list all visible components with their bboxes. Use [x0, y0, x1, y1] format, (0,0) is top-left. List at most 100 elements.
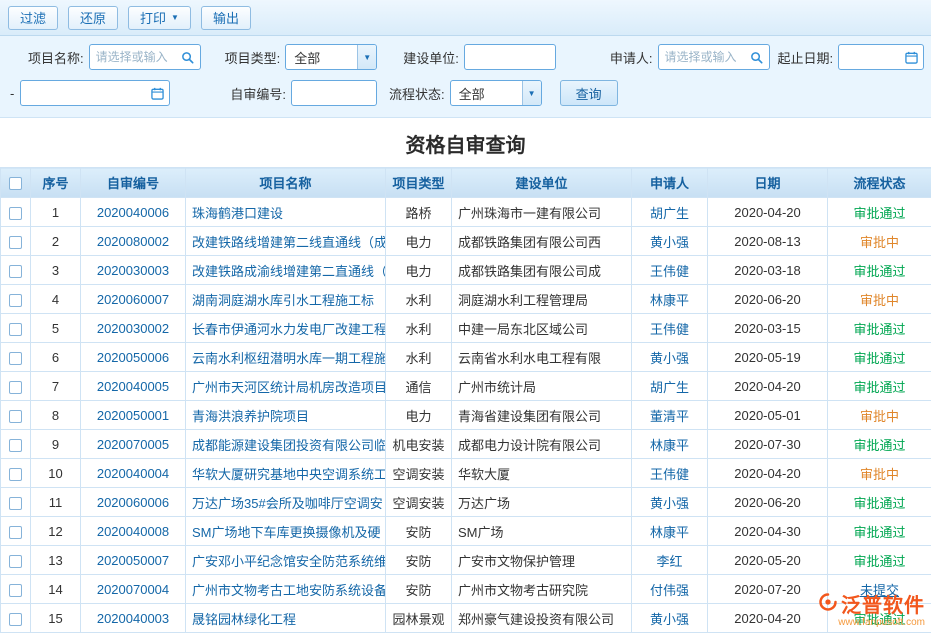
project-name-link[interactable]: 改建铁路成渝线增建第二直通线（ [192, 264, 386, 279]
self-review-code-link[interactable]: 2020050007 [97, 553, 169, 568]
row-checkbox[interactable] [9, 497, 22, 510]
project-name-link[interactable]: 成都能源建设集团投资有限公司临 [192, 438, 386, 453]
project-name-link[interactable]: 广安邓小平纪念馆安全防范系统维 [192, 554, 386, 569]
applicant-link[interactable]: 林康平 [650, 293, 689, 308]
build-unit-input[interactable] [471, 50, 552, 64]
export-button[interactable]: 输出 [201, 6, 251, 30]
project-name-link[interactable]: 长春市伊通河水力发电厂改建工程 [192, 322, 386, 337]
applicant-link[interactable]: 胡广生 [650, 380, 689, 395]
restore-button[interactable]: 还原 [68, 6, 118, 30]
search-icon[interactable] [748, 47, 766, 67]
row-checkbox[interactable] [9, 439, 22, 452]
row-checkbox[interactable] [9, 410, 22, 423]
applicant-link[interactable]: 林康平 [650, 438, 689, 453]
self-review-code-link[interactable]: 2020060006 [97, 495, 169, 510]
applicant-link[interactable]: 黄小强 [650, 351, 689, 366]
applicant-input[interactable] [665, 50, 748, 64]
self-review-code-link[interactable]: 2020040003 [97, 611, 169, 626]
project-name-link[interactable]: SM广场地下车库更换摄像机及硬 [192, 525, 381, 540]
row-checkbox[interactable] [9, 381, 22, 394]
row-checkbox[interactable] [9, 294, 22, 307]
project-name-link[interactable]: 晟铭园林绿化工程 [192, 612, 296, 627]
project-type-select[interactable]: 全部 ▼ [285, 44, 377, 70]
build-unit-cell: 云南省水利水电工程有限 [452, 343, 632, 372]
applicant-link[interactable]: 王伟健 [650, 467, 689, 482]
date-cell: 2020-06-20 [708, 488, 828, 517]
project-name-link[interactable]: 青海洪浪养护院项目 [192, 409, 309, 424]
project-name-link[interactable]: 广州市天河区统计局机房改造项目 [192, 380, 386, 395]
row-no: 13 [31, 546, 81, 575]
select-all-checkbox[interactable] [9, 177, 22, 190]
chevron-down-icon: ▼ [357, 45, 376, 69]
applicant-link[interactable]: 王伟健 [650, 264, 689, 279]
row-no: 6 [31, 343, 81, 372]
applicant-link[interactable]: 胡广生 [650, 206, 689, 221]
project-name-input[interactable] [96, 50, 179, 64]
row-checkbox-cell [1, 198, 31, 227]
project-name-link[interactable]: 珠海鹤港口建设 [192, 206, 283, 221]
applicant-link[interactable]: 黄小强 [650, 235, 689, 250]
self-review-code-link[interactable]: 2020080002 [97, 234, 169, 249]
project-name-link[interactable]: 湖南洞庭湖水库引水工程施工标 [192, 293, 374, 308]
date-range-separator: - [10, 86, 14, 101]
date-cell: 2020-08-13 [708, 227, 828, 256]
table-row: 13 2020050007 广安邓小平纪念馆安全防范系统维 安防 广安市文物保护… [1, 546, 931, 575]
applicant-cell: 李红 [632, 546, 708, 575]
project-name-link[interactable]: 万达广场35#会所及咖啡厅空调安 [192, 496, 383, 511]
status-cell: 审批通过 [828, 372, 931, 401]
project-name-cell: 广州市天河区统计局机房改造项目 [186, 372, 386, 401]
applicant-link[interactable]: 林康平 [650, 525, 689, 540]
row-checkbox[interactable] [9, 265, 22, 278]
project-name-link[interactable]: 广州市文物考古工地安防系统设备 [192, 583, 386, 598]
self-review-code-link[interactable]: 2020060007 [97, 292, 169, 307]
build-unit-cell: 中建一局东北区域公司 [452, 314, 632, 343]
calendar-icon[interactable] [148, 83, 166, 103]
status-badge: 审批通过 [853, 206, 905, 221]
self-review-code-link[interactable]: 2020070004 [97, 582, 169, 597]
self-review-no-input[interactable] [298, 86, 373, 100]
print-button[interactable]: 打印▼ [128, 6, 191, 30]
self-review-code-link[interactable]: 2020050006 [97, 350, 169, 365]
row-checkbox-cell [1, 285, 31, 314]
flow-status-select[interactable]: 全部 ▼ [450, 80, 542, 106]
date-end-input[interactable] [27, 86, 148, 100]
applicant-cell: 付伟强 [632, 575, 708, 604]
row-checkbox[interactable] [9, 526, 22, 539]
status-badge: 审批通过 [853, 264, 905, 279]
self-review-code-link[interactable]: 2020040008 [97, 524, 169, 539]
applicant-link[interactable]: 王伟健 [650, 322, 689, 337]
row-checkbox-cell [1, 604, 31, 633]
build-unit-cell: 广安市文物保护管理 [452, 546, 632, 575]
search-icon[interactable] [179, 47, 197, 67]
project-name-link[interactable]: 改建铁路线增建第二线直通线（成 [192, 235, 386, 250]
table-row: 8 2020050001 青海洪浪养护院项目 电力 青海省建设集团有限公司 董清… [1, 401, 931, 430]
self-review-code-link[interactable]: 2020030002 [97, 321, 169, 336]
applicant-link[interactable]: 付伟强 [650, 583, 689, 598]
query-button[interactable]: 查询 [560, 80, 618, 106]
applicant-link[interactable]: 黄小强 [650, 496, 689, 511]
applicant-cell: 王伟健 [632, 459, 708, 488]
applicant-link[interactable]: 黄小强 [650, 612, 689, 627]
calendar-icon[interactable] [902, 47, 920, 67]
self-review-code-link[interactable]: 2020040004 [97, 466, 169, 481]
self-review-code-link[interactable]: 2020040005 [97, 379, 169, 394]
row-checkbox[interactable] [9, 468, 22, 481]
applicant-link[interactable]: 李红 [656, 554, 682, 569]
applicant-link[interactable]: 董清平 [650, 409, 689, 424]
row-checkbox[interactable] [9, 207, 22, 220]
self-review-code-link[interactable]: 2020050001 [97, 408, 169, 423]
row-checkbox[interactable] [9, 613, 22, 626]
self-review-code-link[interactable]: 2020030003 [97, 263, 169, 278]
date-start-input[interactable] [845, 50, 902, 64]
self-review-code-link[interactable]: 2020070005 [97, 437, 169, 452]
project-name-link[interactable]: 云南水利枢纽潜明水库一期工程施 [192, 351, 386, 366]
row-checkbox[interactable] [9, 555, 22, 568]
self-review-code-link[interactable]: 2020040006 [97, 205, 169, 220]
row-checkbox[interactable] [9, 236, 22, 249]
project-name-link[interactable]: 华软大厦研究基地中央空调系统工 [192, 467, 386, 482]
project-name-cell: 广州市文物考古工地安防系统设备 [186, 575, 386, 604]
row-checkbox[interactable] [9, 323, 22, 336]
filter-button[interactable]: 过滤 [8, 6, 58, 30]
row-checkbox[interactable] [9, 584, 22, 597]
row-checkbox[interactable] [9, 352, 22, 365]
